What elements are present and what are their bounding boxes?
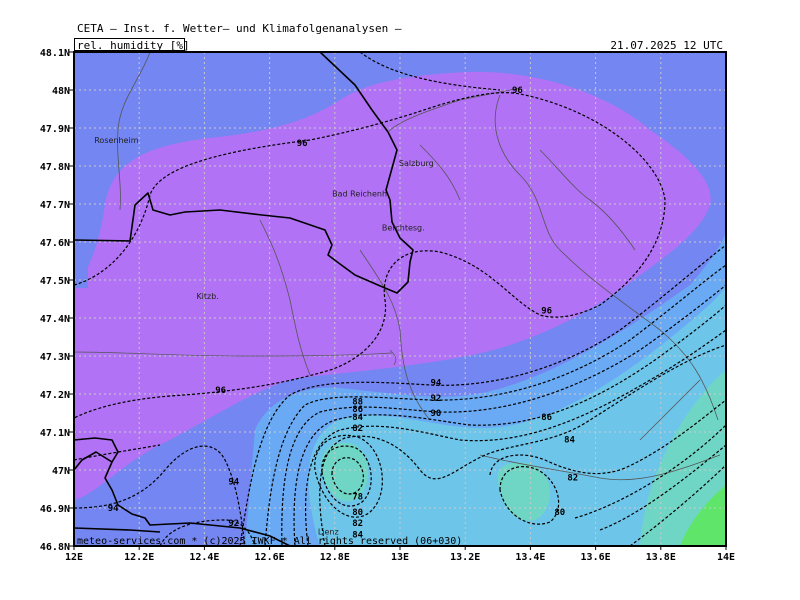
lat-tick-label: 47.5N: [40, 276, 70, 287]
lat-tick-label: 47.7N: [40, 200, 70, 211]
isoline-label: 94: [228, 477, 239, 487]
lon-tick-label: 12E: [65, 552, 83, 563]
isoline-label: 84: [564, 436, 575, 446]
isoline-label: 96: [215, 386, 226, 396]
isoline-label: 86: [541, 413, 552, 423]
lat-tick-label: 47.8N: [40, 162, 70, 173]
lon-tick-label: 13.2E: [450, 552, 480, 563]
isoline-label: 94: [108, 504, 119, 514]
lon-tick-label: 13.6E: [581, 552, 611, 563]
isoline-label: 80: [554, 508, 565, 518]
lon-tick-label: 13.4E: [515, 552, 545, 563]
isoline-label: 82: [352, 519, 363, 529]
isoline-label: 96: [541, 306, 552, 316]
lat-tick-label: 46.9N: [40, 504, 70, 515]
lat-tick-label: 47.1N: [40, 428, 70, 439]
isoline-label: 90: [430, 409, 441, 419]
isoline-label: 94: [430, 379, 441, 389]
isoline-label: 84: [352, 413, 363, 423]
lon-tick-label: 13E: [391, 552, 409, 563]
lat-tick-label: 47.6N: [40, 238, 70, 249]
lat-tick-label: 47N: [52, 466, 70, 477]
lon-tick-label: 12.8E: [320, 552, 350, 563]
lon-tick-label: 12.6E: [255, 552, 285, 563]
lat-tick-label: 47.2N: [40, 390, 70, 401]
isoline-label: 82: [567, 474, 578, 484]
copyright-footer: meteo-services.com * (c)2025 IWKF * All …: [77, 536, 462, 547]
lat-tick-label: 47.3N: [40, 352, 70, 363]
lon-tick-label: 14E: [717, 552, 735, 563]
isoline-label: 82: [352, 424, 363, 434]
isoline-label: 96: [297, 139, 308, 149]
lat-tick-label: 48.1N: [40, 48, 70, 59]
city-label: Salzburg: [399, 159, 434, 168]
city-label: Berchtesg.: [382, 224, 425, 233]
city-label: Rosenheim: [94, 136, 138, 145]
isoline-label: 92: [228, 519, 239, 529]
lat-tick-label: 47.4N: [40, 314, 70, 325]
isoline-label: 92: [430, 394, 441, 404]
lat-tick-label: 48N: [52, 86, 70, 97]
humidity-map: Rosenheim Salzburg Bad Reichenh. Berchtesg.…: [40, 48, 735, 563]
lon-tick-label: 13.8E: [646, 552, 676, 563]
lat-tick-label: 47.9N: [40, 124, 70, 135]
city-label: Bad Reichenh.: [332, 189, 389, 198]
isoline-label: 96: [512, 86, 523, 96]
city-label: Kitzb.: [196, 292, 218, 301]
lon-tick-label: 12.2E: [124, 552, 154, 563]
isoline-label: 78: [352, 493, 363, 503]
isoline-label: 80: [352, 508, 363, 518]
lon-tick-label: 12.4E: [189, 552, 219, 563]
